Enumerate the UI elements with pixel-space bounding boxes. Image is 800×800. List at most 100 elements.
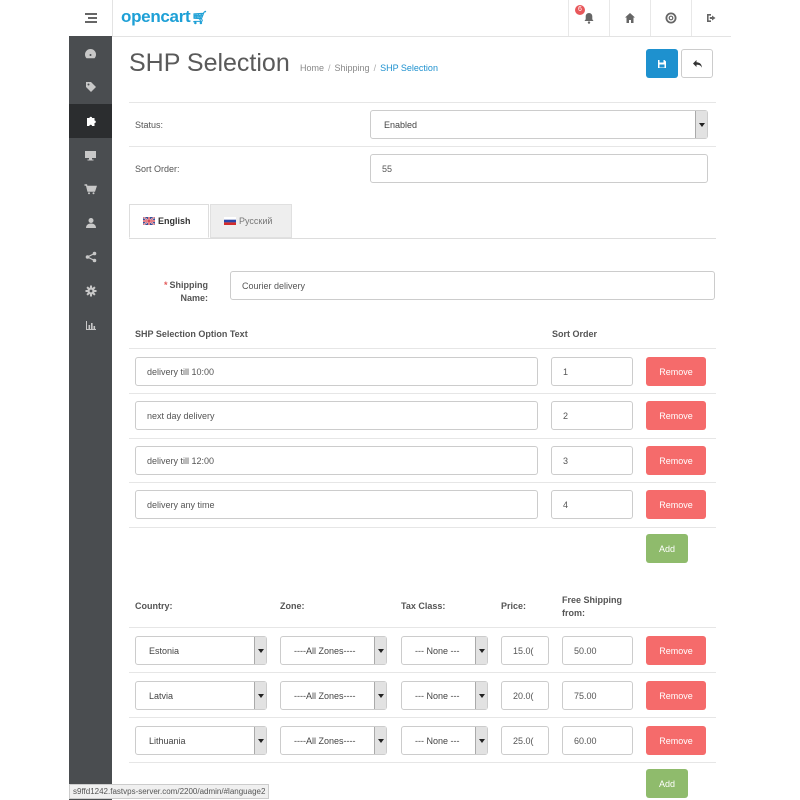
price-value: 15.0(	[513, 645, 534, 656]
price-input[interactable]: 25.0(	[501, 726, 549, 755]
tax-class-select[interactable]: --- None ---	[401, 636, 488, 665]
option-sort-input[interactable]: 3	[551, 446, 633, 475]
shipping-name-label: * Shipping Name:	[146, 279, 208, 305]
remove-option-button[interactable]: Remove	[646, 490, 706, 519]
save-button[interactable]	[646, 49, 678, 78]
logout-button[interactable]	[691, 0, 731, 36]
price-input[interactable]: 20.0(	[501, 681, 549, 710]
tax-class-select[interactable]: --- None ---	[401, 681, 488, 710]
price-value: 20.0(	[513, 690, 534, 701]
option-text-input[interactable]: delivery till 10:00	[135, 357, 538, 386]
breadcrumb-current[interactable]: SHP Selection	[380, 63, 438, 73]
zone-select[interactable]: ----All Zones----	[280, 681, 387, 710]
remove-option-button[interactable]: Remove	[646, 357, 706, 386]
price-input[interactable]: 15.0(	[501, 636, 549, 665]
browser-status-bar: s9ffd1242.fastvps-server.com/2200/admin/…	[69, 784, 270, 799]
chevron-down-icon	[374, 637, 386, 664]
chevron-down-icon	[374, 727, 386, 754]
tax-class-select[interactable]: --- None ---	[401, 726, 488, 755]
remove-button-label: Remove	[659, 410, 693, 421]
divider	[129, 527, 716, 528]
sidebar-item-system[interactable]	[69, 274, 112, 308]
divider	[129, 672, 716, 673]
logout-icon	[707, 14, 716, 22]
sidebar-item-sales[interactable]	[69, 172, 112, 206]
breadcrumb-separator: /	[328, 63, 331, 73]
divider	[129, 102, 716, 103]
dashboard-icon	[85, 48, 96, 58]
option-text-input[interactable]: delivery any time	[135, 490, 538, 519]
tab-english-label: English	[158, 216, 191, 226]
store-home-button[interactable]	[609, 0, 650, 36]
tab-english[interactable]: English	[129, 204, 209, 238]
add-button-label: Add	[658, 778, 675, 789]
breadcrumb-home[interactable]: Home	[300, 63, 324, 73]
shipping-name-input[interactable]: Courier delivery	[230, 271, 715, 300]
remove-button-label: Remove	[659, 645, 693, 656]
chevron-down-icon	[254, 637, 266, 664]
option-sort-input[interactable]: 1	[551, 357, 633, 386]
zone-select[interactable]: ----All Zones----	[280, 636, 387, 665]
column-header-country: Country:	[135, 601, 173, 611]
admin-window: opencart🛒︎ 6 SHP Selection Home / Shippi…	[69, 0, 731, 800]
country-select[interactable]: Lithuania	[135, 726, 267, 755]
remove-rate-button[interactable]: Remove	[646, 726, 706, 755]
top-header: opencart🛒︎ 6	[69, 0, 731, 37]
column-header-zone: Zone:	[280, 601, 305, 611]
sidebar	[69, 36, 112, 800]
brand-logo[interactable]: opencart🛒︎	[121, 7, 208, 27]
chevron-down-icon	[475, 727, 487, 754]
menu-toggle-button[interactable]	[69, 0, 113, 36]
option-text-input[interactable]: next day delivery	[135, 401, 538, 430]
remove-rate-button[interactable]: Remove	[646, 681, 706, 710]
column-header-tax-class: Tax Class:	[401, 601, 446, 611]
status-url: s9ffd1242.fastvps-server.com/2200/admin/…	[73, 787, 266, 796]
monitor-icon	[85, 150, 96, 160]
country-select[interactable]: Latvia	[135, 681, 267, 710]
option-sort-value: 4	[563, 499, 569, 510]
remove-button-label: Remove	[659, 366, 693, 377]
tag-icon	[85, 82, 96, 92]
breadcrumb-shipping[interactable]: Shipping	[335, 63, 370, 73]
free-shipping-input[interactable]: 75.00	[562, 681, 633, 710]
sidebar-item-marketing[interactable]	[69, 240, 112, 274]
brand-name: opencart	[121, 7, 191, 26]
notification-badge: 6	[575, 5, 585, 15]
sidebar-item-extensions[interactable]	[69, 104, 112, 138]
zone-select[interactable]: ----All Zones----	[280, 726, 387, 755]
status-select[interactable]: Enabled	[370, 110, 708, 139]
sort-order-input[interactable]: 55	[370, 154, 708, 183]
option-sort-input[interactable]: 2	[551, 401, 633, 430]
notifications-button[interactable]: 6	[568, 0, 609, 36]
option-text-value: next day delivery	[147, 410, 215, 421]
tax-class-value: --- None ---	[415, 690, 460, 701]
divider	[129, 146, 716, 147]
share-icon	[85, 251, 96, 263]
sidebar-item-dashboard[interactable]	[69, 36, 112, 70]
add-option-button[interactable]: Add	[646, 534, 688, 563]
country-select[interactable]: Estonia	[135, 636, 267, 665]
back-button[interactable]	[681, 49, 713, 78]
remove-option-button[interactable]: Remove	[646, 446, 706, 475]
sidebar-item-customers[interactable]	[69, 206, 112, 240]
remove-option-button[interactable]: Remove	[646, 401, 706, 430]
breadcrumb-separator: /	[373, 63, 377, 73]
tab-russian[interactable]: Русский	[210, 204, 292, 238]
option-text-input[interactable]: delivery till 12:00	[135, 446, 538, 475]
sidebar-item-catalog[interactable]	[69, 70, 112, 104]
home-icon	[625, 13, 635, 23]
remove-rate-button[interactable]: Remove	[646, 636, 706, 665]
add-rate-button[interactable]: Add	[646, 769, 688, 798]
option-sort-input[interactable]: 4	[551, 490, 633, 519]
sort-order-label: Sort Order:	[135, 164, 180, 174]
sidebar-item-reports[interactable]	[69, 308, 112, 342]
help-button[interactable]	[650, 0, 691, 36]
shipping-name-label-line1: Shipping	[169, 280, 209, 290]
divider	[129, 717, 716, 718]
free-shipping-input[interactable]: 60.00	[562, 726, 633, 755]
user-icon	[85, 218, 96, 228]
free-shipping-input[interactable]: 50.00	[562, 636, 633, 665]
tab-russian-label: Русский	[239, 216, 273, 226]
tax-class-value: --- None ---	[415, 645, 460, 656]
sidebar-item-design[interactable]	[69, 138, 112, 172]
